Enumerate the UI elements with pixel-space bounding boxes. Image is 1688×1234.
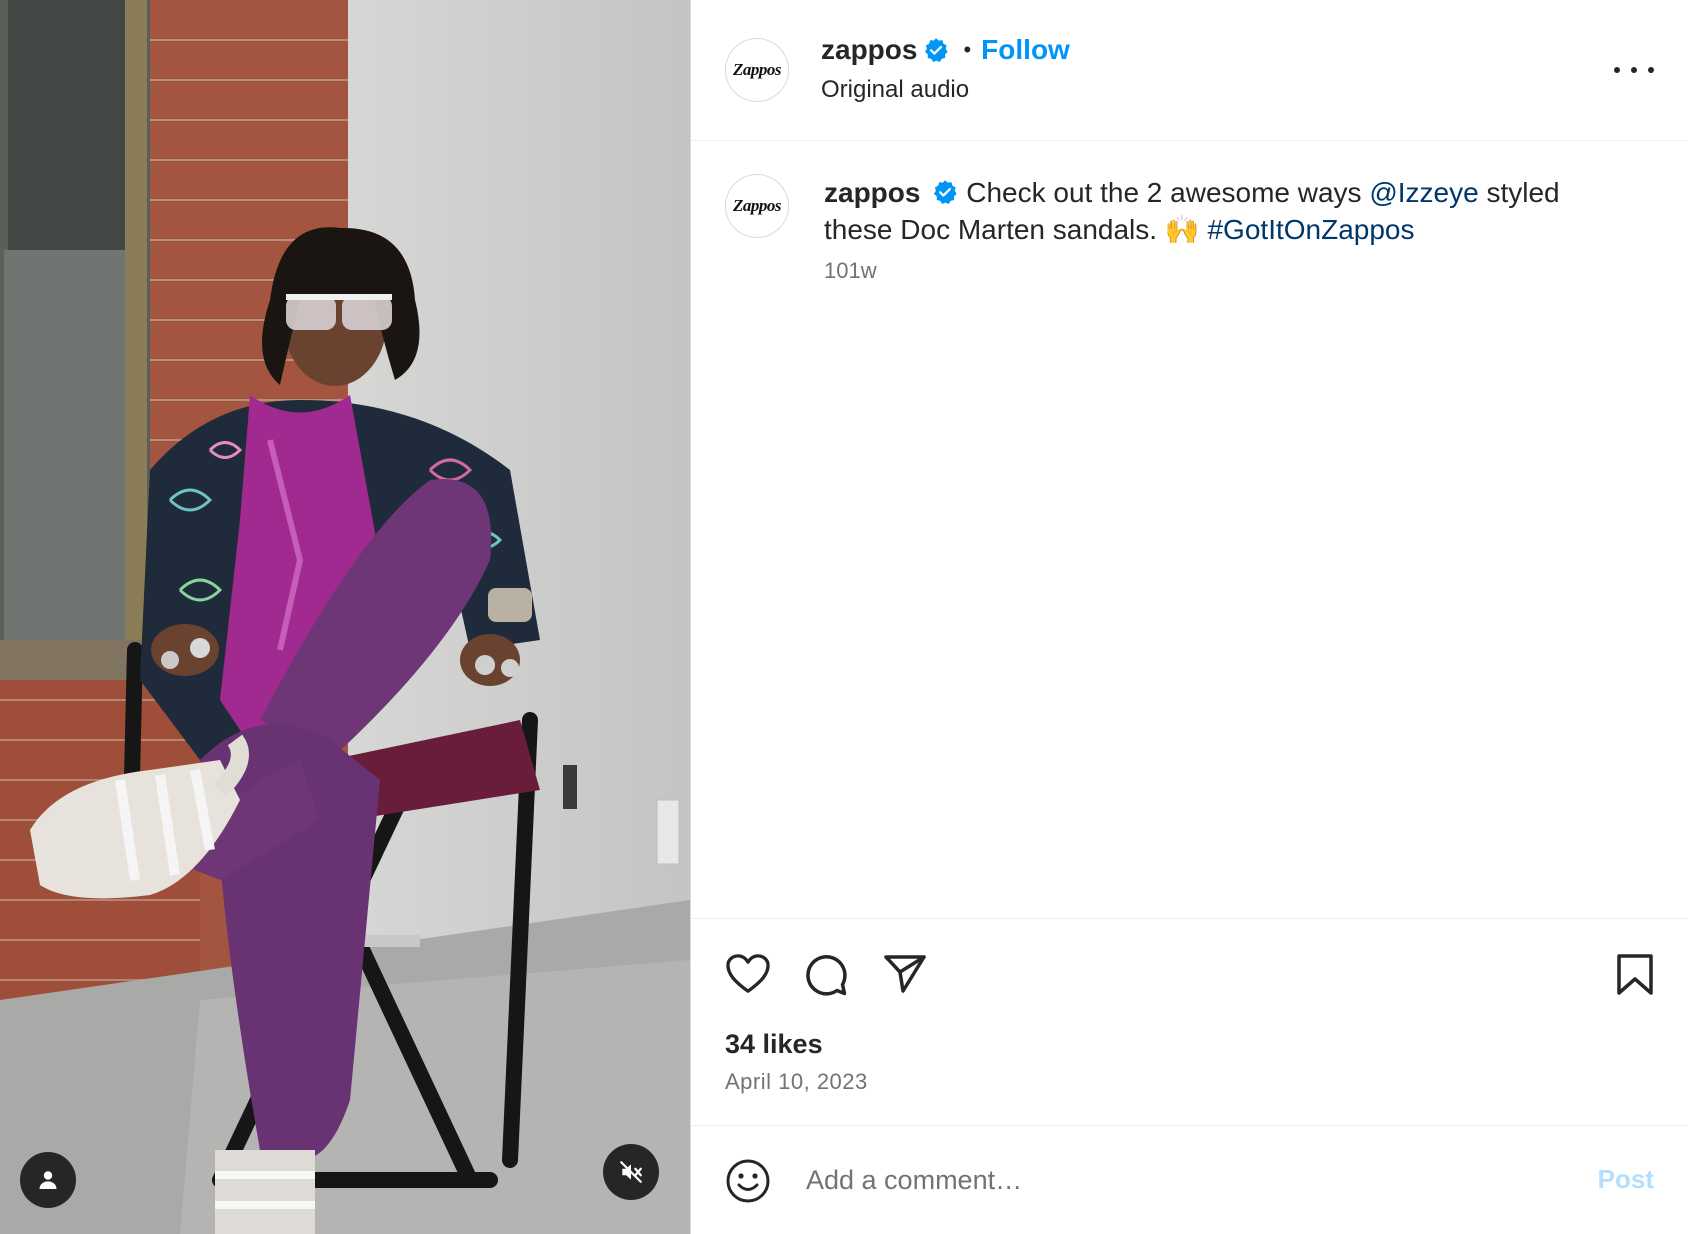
verified-badge-icon (932, 179, 958, 205)
separator-dot: • (963, 37, 972, 62)
caption-text-before: Check out the 2 awesome ways (966, 177, 1362, 208)
share-icon (884, 955, 926, 993)
more-options-icon[interactable] (1614, 52, 1654, 88)
emoji-button[interactable] (725, 1158, 771, 1204)
caption-username[interactable]: zappos (824, 177, 920, 208)
post-details-panel: Zappos zappos • Follow Original audio Za… (691, 0, 1688, 1234)
add-comment-bar: Post (691, 1125, 1688, 1234)
comment-button[interactable] (804, 953, 848, 997)
comment-input[interactable] (804, 1154, 1548, 1206)
verified-badge-icon (923, 37, 949, 63)
post-date[interactable]: April 10, 2023 (725, 1069, 868, 1095)
user-tag-icon (39, 1171, 57, 1189)
avatar-logo: Zappos (733, 60, 782, 79)
bookmark-icon (1617, 954, 1653, 995)
audio-muted-icon (620, 1161, 642, 1183)
share-button[interactable] (883, 953, 927, 995)
caption-hashtag-link[interactable]: #GotItOnZappos (1207, 214, 1414, 245)
header-username[interactable]: zappos (821, 34, 917, 66)
caption-text: zappos Check out the 2 awesome ways @Izz… (824, 174, 1604, 248)
caption-timestamp[interactable]: 101w (824, 258, 877, 284)
like-button[interactable] (725, 953, 771, 995)
header-user-row: zappos • Follow (821, 34, 1070, 66)
caption-mention-link[interactable]: @Izzeye (1369, 177, 1478, 208)
tagged-users-button[interactable] (20, 1152, 76, 1208)
heart-icon (726, 954, 770, 993)
video-frame (0, 0, 690, 1234)
comment-icon (806, 955, 847, 996)
avatar-logo: Zappos (733, 196, 782, 215)
post-header: Zappos zappos • Follow Original audio (691, 0, 1688, 141)
caption-avatar[interactable]: Zappos (725, 174, 789, 238)
post-video[interactable] (0, 0, 691, 1234)
emoji-icon (726, 1159, 770, 1203)
post-actions: 34 likes April 10, 2023 (691, 918, 1688, 1125)
save-button[interactable] (1616, 953, 1654, 997)
follow-button[interactable]: Follow (981, 34, 1070, 66)
avatar[interactable]: Zappos (725, 38, 789, 102)
audio-toggle-button[interactable] (603, 1144, 659, 1200)
likes-count[interactable]: 34 likes (725, 1029, 823, 1060)
audio-label[interactable]: Original audio (821, 76, 969, 104)
post-comment-button[interactable]: Post (1598, 1164, 1654, 1195)
instagram-post-dialog: Zappos zappos • Follow Original audio Za… (0, 0, 1688, 1234)
